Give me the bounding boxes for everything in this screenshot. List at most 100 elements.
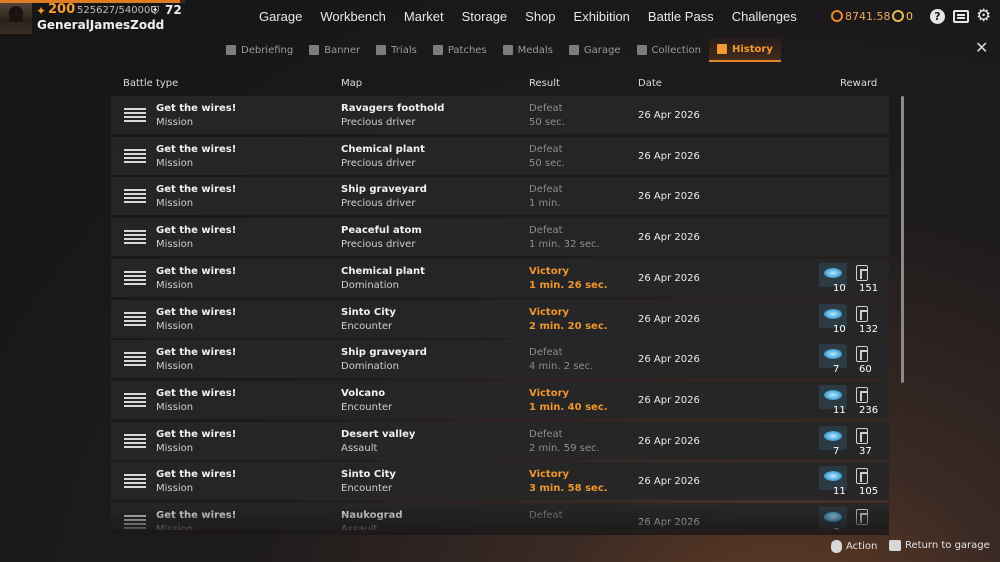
game-mode: Precious driver: [341, 198, 416, 210]
list-fade: [111, 505, 889, 535]
table-row[interactable]: Get the wires! Mission Ravagers foothold Pr…: [111, 96, 889, 134]
battle-type: Get the wires!: [156, 428, 237, 440]
battle-type: Get the wires!: [156, 103, 237, 114]
battle-date: 26 Apr 2026: [638, 313, 700, 325]
battle-date: 26 Apr 2026: [638, 435, 700, 447]
battle-result: Victory: [529, 265, 570, 277]
nav-workbench[interactable]: Workbench: [311, 9, 395, 24]
battle-duration: 1 min. 32 sec.: [529, 239, 600, 251]
header-map[interactable]: Map: [341, 78, 362, 89]
battle-result: Defeat: [529, 225, 563, 237]
battle-type-icon: [124, 189, 146, 204]
game-mode: Domination: [341, 279, 399, 291]
player-name[interactable]: GeneralJamesZodd: [37, 18, 164, 32]
battle-date: 26 Apr 2026: [638, 354, 700, 366]
battle-subtype: Mission: [156, 483, 194, 495]
tab-debriefing[interactable]: Debriefing: [218, 38, 301, 62]
nav-battle-pass[interactable]: Battle Pass: [639, 9, 723, 24]
tab-banner[interactable]: Banner: [301, 38, 368, 62]
table-row[interactable]: Get the wires! Mission Peaceful atom Precio…: [111, 218, 889, 257]
battle-result: Defeat: [529, 184, 563, 196]
reward-scrap-icon: [856, 386, 868, 403]
table-row[interactable]: Get the wires! Mission Desert valley Assaul…: [111, 421, 889, 460]
history-icon: [717, 44, 727, 54]
table-row[interactable]: Get the wires! Mission Sinto City Encounter…: [111, 462, 889, 501]
tab-patches[interactable]: Patches: [425, 38, 495, 62]
table-row[interactable]: Get the wires! Mission Ship graveyard Preci…: [111, 177, 889, 216]
reward-scrap-amount: 37: [859, 445, 872, 457]
tab-history[interactable]: History: [709, 38, 781, 62]
action-hint[interactable]: Action: [831, 540, 877, 553]
battle-type-icon: [124, 433, 146, 448]
battle-result: Defeat: [529, 347, 563, 359]
tab-trials[interactable]: Trials: [368, 38, 425, 62]
scrollbar[interactable]: [901, 96, 904, 383]
battle-subtype: Mission: [156, 361, 194, 373]
battle-type-icon: [124, 148, 146, 163]
avatar[interactable]: [0, 0, 32, 34]
reward-scrap-amount: 60: [859, 364, 872, 376]
game-mode: Assault: [341, 442, 378, 454]
bolts-balance[interactable]: 0: [906, 10, 913, 23]
news-icon[interactable]: [953, 10, 969, 23]
game-mode: Encounter: [341, 483, 393, 495]
nav-garage[interactable]: Garage: [250, 9, 311, 24]
tab-garage[interactable]: Garage: [561, 38, 629, 62]
table-row[interactable]: Get the wires! Mission Ship graveyard Domin…: [111, 340, 889, 379]
table-row[interactable]: Get the wires! Mission Sinto City Encounter…: [111, 299, 889, 338]
header-battle-type[interactable]: Battle type: [123, 78, 178, 89]
gear-icon[interactable]: ⚙: [976, 8, 991, 25]
battle-subtype: Mission: [156, 320, 194, 332]
map-name: Desert valley: [341, 428, 416, 440]
clan-shield-icon: ⛨: [151, 4, 160, 17]
battle-subtype: Mission: [156, 239, 194, 251]
reward-resource-amount: 7: [833, 364, 840, 376]
map-name: Chemical plant: [341, 265, 425, 277]
battle-date: 26 Apr 2026: [638, 191, 700, 203]
battle-date: 26 Apr 2026: [638, 476, 700, 488]
battle-subtype: Mission: [156, 279, 194, 291]
nav-exhibition[interactable]: Exhibition: [565, 9, 639, 24]
battle-duration: 50 sec.: [529, 117, 565, 128]
tab-collection[interactable]: Collection: [629, 38, 709, 62]
esc-key-icon: [889, 540, 901, 551]
tab-label: Banner: [324, 44, 361, 56]
tab-label: History: [732, 43, 773, 55]
tab-label: Trials: [391, 44, 417, 56]
header-date[interactable]: Date: [638, 78, 662, 89]
reward-resource-amount: 11: [833, 486, 846, 498]
tab-medals[interactable]: Medals: [495, 38, 561, 62]
battle-subtype: Mission: [156, 157, 194, 169]
return-to-garage-button[interactable]: Return to garage: [889, 540, 990, 551]
battle-result: Victory: [529, 306, 570, 318]
battle-date: 26 Apr 2026: [638, 110, 700, 121]
top-bar: ✦ 200 525627/540000 ⛨ 72 GeneralJamesZod…: [0, 0, 1000, 36]
nav-market[interactable]: Market: [395, 9, 453, 24]
reward-resource-amount: 10: [833, 323, 846, 335]
nav-storage[interactable]: Storage: [453, 9, 517, 24]
reward-resource-amount: 10: [833, 282, 846, 294]
battle-duration: 1 min. 40 sec.: [529, 401, 608, 413]
coins-balance[interactable]: 8741.58: [845, 10, 891, 23]
reward-scrap-amount: 236: [859, 404, 879, 416]
table-row[interactable]: Get the wires! Mission Volcano Encounter Vic…: [111, 380, 889, 419]
main-nav: Garage Workbench Market Storage Shop Exh…: [250, 9, 806, 24]
table-row[interactable]: Get the wires! Mission Chemical plant Domin…: [111, 258, 889, 297]
game-mode: Encounter: [341, 401, 393, 413]
action-label: Action: [846, 541, 878, 552]
patch-icon: [432, 45, 443, 55]
table-row[interactable]: Get the wires! Mission Chemical plant Preci…: [111, 136, 889, 175]
header-result[interactable]: Result: [529, 78, 560, 89]
map-name: Ravagers foothold: [341, 103, 445, 114]
battle-type-icon: [124, 108, 146, 122]
nav-challenges[interactable]: Challenges: [723, 9, 806, 24]
reward-scrap-amount: 151: [859, 282, 879, 294]
reward-resource-amount: 11: [833, 404, 846, 416]
map-name: Sinto City: [341, 306, 396, 318]
banner-icon: [309, 45, 320, 55]
battle-type: Get the wires!: [156, 265, 237, 277]
help-icon[interactable]: ?: [930, 9, 945, 24]
nav-shop[interactable]: Shop: [516, 9, 564, 24]
header-reward[interactable]: Reward: [840, 78, 877, 89]
close-icon[interactable]: ✕: [975, 40, 988, 56]
